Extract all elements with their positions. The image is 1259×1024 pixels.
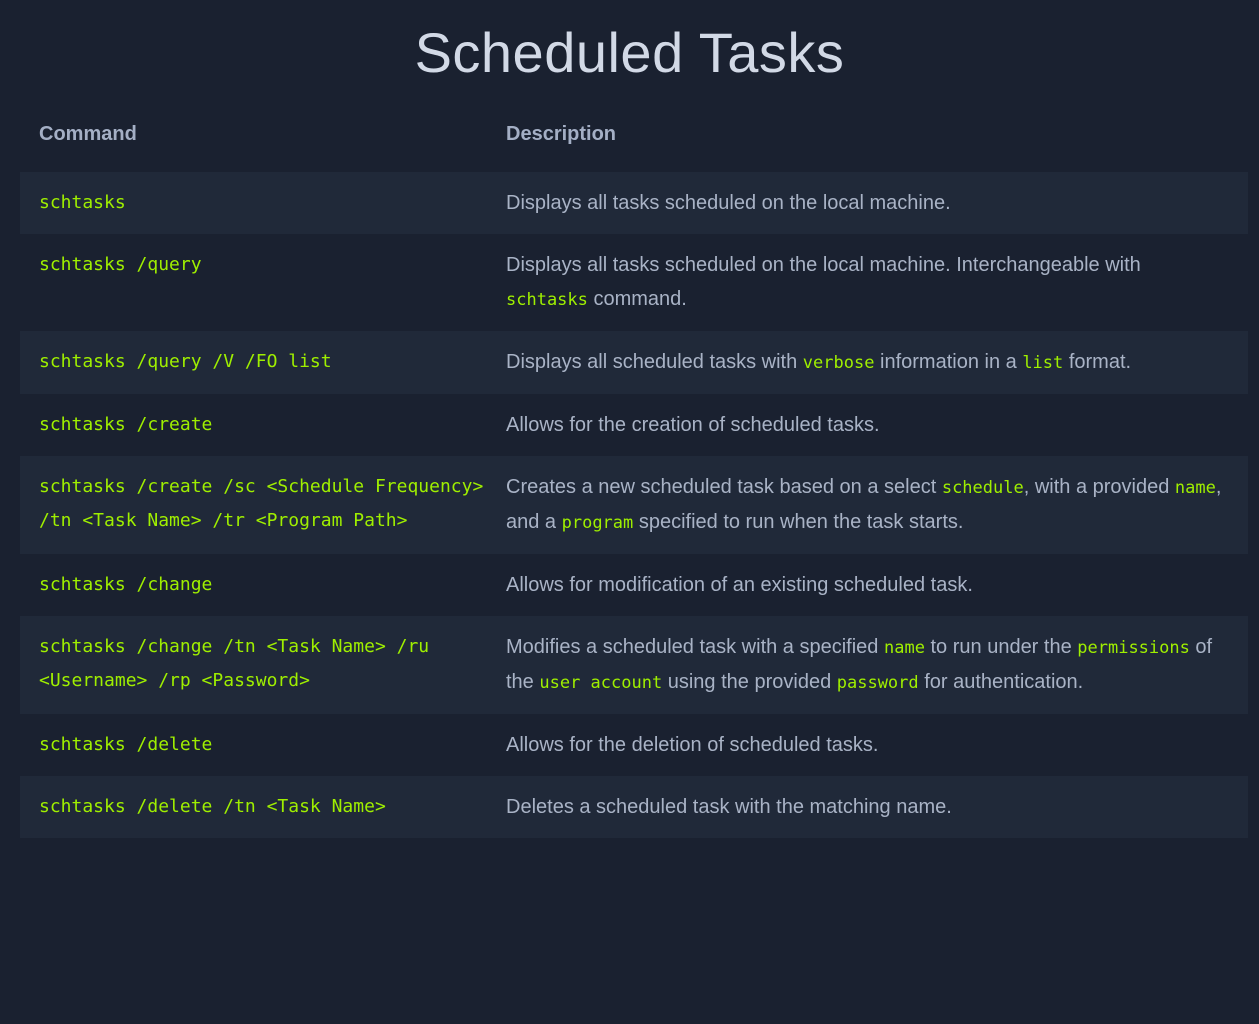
description-text: Allows for modification of an existing s…: [506, 574, 973, 596]
description-cell: Allows for the deletion of scheduled tas…: [486, 714, 1248, 776]
column-header-command: Command: [39, 123, 137, 145]
header-row: Command Description: [20, 97, 1248, 172]
table-row: schtasks Displays all tasks scheduled on …: [20, 172, 1248, 234]
description-text: format.: [1063, 351, 1132, 373]
inline-code: schtasks: [506, 290, 588, 310]
table-row: schtasks /change /tn <Task Name> /ru <Us…: [20, 616, 1248, 714]
table-row: schtasks /delete /tn <Task Name> Deletes …: [20, 776, 1248, 838]
command-cell: schtasks /create /sc <Schedule Frequency…: [39, 476, 484, 531]
description-text: to run under the: [924, 636, 1078, 658]
inline-code: list: [1022, 353, 1064, 373]
description-cell: Creates a new scheduled task based on a …: [486, 456, 1248, 554]
description-cell: Displays all scheduled tasks with verbos…: [486, 331, 1248, 394]
table-body: schtasks Displays all tasks scheduled on …: [20, 172, 1248, 838]
description-cell: Modifies a scheduled task with a specifi…: [486, 616, 1248, 714]
description-text: Allows for the deletion of scheduled tas…: [506, 734, 879, 756]
page: Scheduled Tasks Command Description scht…: [0, 0, 1259, 1024]
description-text: for authentication.: [918, 671, 1084, 693]
inline-code: password: [836, 673, 919, 693]
description-text: Modifies a scheduled task with a specifi…: [506, 636, 884, 658]
description-text: information in a: [874, 351, 1023, 373]
description-cell: Allows for modification of an existing s…: [486, 554, 1248, 616]
description-text: Displays all scheduled tasks with: [506, 351, 803, 373]
description-text: specified to run when the task starts.: [633, 511, 964, 533]
command-cell: schtasks /create: [39, 414, 213, 435]
table-row: schtasks /delete Allows for the deletion …: [20, 714, 1248, 776]
description-text: Displays all tasks scheduled on the loca…: [506, 254, 1141, 276]
inline-code: name: [883, 638, 925, 658]
description-cell: Displays all tasks scheduled on the loca…: [486, 172, 1248, 234]
table-row: schtasks /change Allows for modification …: [20, 554, 1248, 616]
inline-code: permissions: [1077, 638, 1190, 658]
table-row: schtasks /query Displays all tasks schedu…: [20, 234, 1248, 331]
description-text: Creates a new scheduled task based on a …: [506, 476, 942, 498]
inline-code: verbose: [802, 353, 875, 373]
command-cell: schtasks /change: [39, 574, 213, 595]
commands-table: Command Description schtasks Displays all…: [20, 97, 1248, 838]
inline-code: user account: [539, 673, 663, 693]
description-text: Deletes a scheduled task with the matchi…: [506, 796, 952, 818]
command-cell: schtasks /query /V /FO list: [39, 351, 332, 372]
inline-code: schedule: [941, 478, 1024, 498]
table-row: schtasks /create Allows for the creation …: [20, 394, 1248, 456]
description-text: Displays all tasks scheduled on the loca…: [506, 192, 951, 214]
description-cell: Allows for the creation of scheduled tas…: [486, 394, 1248, 456]
description-text: command.: [587, 288, 687, 310]
table-row: schtasks /query /V /FO list Displays all …: [20, 331, 1248, 394]
command-cell: schtasks /change /tn <Task Name> /ru <Us…: [39, 636, 430, 691]
command-cell: schtasks /delete /tn <Task Name>: [39, 796, 386, 817]
command-cell: schtasks /query: [39, 254, 202, 275]
table-row: schtasks /create /sc <Schedule Frequency…: [20, 456, 1248, 554]
page-title: Scheduled Tasks: [414, 21, 845, 84]
description-cell: Displays all tasks scheduled on the loca…: [486, 234, 1248, 331]
table-header: Command Description: [20, 97, 1248, 172]
description-text: , with a provided: [1023, 476, 1175, 498]
command-cell: schtasks /delete: [39, 734, 213, 755]
description-cell: Deletes a scheduled task with the matchi…: [486, 776, 1248, 838]
description-text: using the provided: [662, 671, 837, 693]
command-cell: schtasks: [39, 192, 126, 213]
column-header-description: Description: [506, 123, 617, 145]
inline-code: program: [561, 513, 634, 533]
inline-code: name: [1174, 478, 1216, 498]
description-text: Allows for the creation of scheduled tas…: [506, 414, 880, 436]
